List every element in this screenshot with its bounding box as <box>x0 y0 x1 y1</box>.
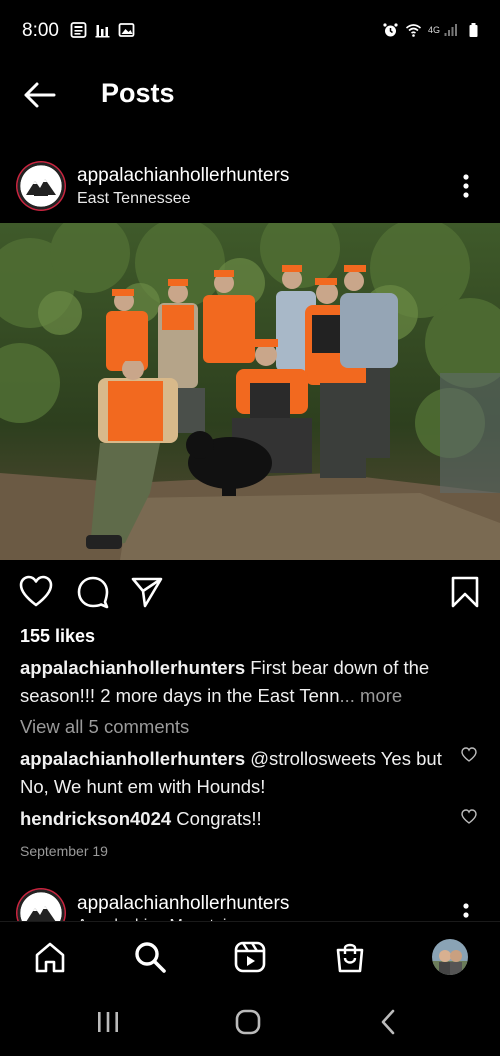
comment-like-heart-icon[interactable] <box>461 809 477 824</box>
comment-text: Congrats!! <box>171 808 262 829</box>
post-caption: appalachianhollerhunters First bear down… <box>20 654 490 710</box>
post-avatar[interactable] <box>16 161 66 211</box>
caption-username[interactable]: appalachianhollerhunters <box>20 657 245 678</box>
status-time: 8:00 <box>22 20 59 41</box>
comment-like-heart-icon[interactable] <box>461 747 477 762</box>
like-heart-icon[interactable] <box>19 575 53 609</box>
caption-more-link[interactable]: ... more <box>340 685 403 706</box>
battery-icon <box>469 23 478 37</box>
more-options-icon[interactable] <box>462 173 470 199</box>
news-icon <box>70 22 87 38</box>
status-icons-left <box>70 22 135 38</box>
hunting-group-photo <box>0 223 500 560</box>
post-photo[interactable] <box>0 223 500 560</box>
bar-chart-icon <box>95 25 110 38</box>
save-bookmark-icon[interactable] <box>448 575 482 609</box>
back-arrow-icon[interactable] <box>22 80 56 110</box>
post-username[interactable]: appalachianhollerhunters <box>77 165 289 187</box>
wifi-icon <box>405 24 422 37</box>
network-label: 4G <box>427 25 440 35</box>
status-icons-right: 4G <box>382 22 482 38</box>
profile-avatar[interactable] <box>432 939 468 975</box>
post-username[interactable]: appalachianhollerhunters <box>77 893 289 915</box>
post-date: September 19 <box>20 843 108 859</box>
page-title: Posts <box>101 78 175 108</box>
profile-photo <box>432 939 468 975</box>
search-icon[interactable] <box>133 940 167 974</box>
system-navigation-bar <box>0 991 500 1056</box>
comment-username[interactable]: appalachianhollerhunters <box>20 748 245 769</box>
post-location[interactable]: East Tennessee <box>77 190 191 208</box>
shop-bag-icon[interactable] <box>333 940 367 974</box>
back-button-icon[interactable] <box>378 1008 398 1036</box>
lte-signal-icon <box>444 24 457 36</box>
bottom-navigation <box>0 921 500 992</box>
image-icon <box>118 23 135 37</box>
view-all-comments-link[interactable]: View all 5 comments <box>20 716 189 738</box>
home-icon[interactable] <box>33 940 67 974</box>
recent-apps-icon[interactable] <box>95 1010 121 1034</box>
home-button-icon[interactable] <box>234 1008 262 1036</box>
mountain-logo-icon <box>26 179 56 196</box>
like-count[interactable]: 155 likes <box>20 626 95 647</box>
comment-item: appalachianhollerhunters @strollosweets … <box>20 745 450 801</box>
comment-icon[interactable] <box>76 575 110 609</box>
comment-item: hendrickson4024 Congrats!! <box>20 808 262 830</box>
comment-username[interactable]: hendrickson4024 <box>20 808 171 829</box>
reels-icon[interactable] <box>233 940 267 974</box>
alarm-icon <box>383 23 398 37</box>
share-send-icon[interactable] <box>130 575 164 609</box>
